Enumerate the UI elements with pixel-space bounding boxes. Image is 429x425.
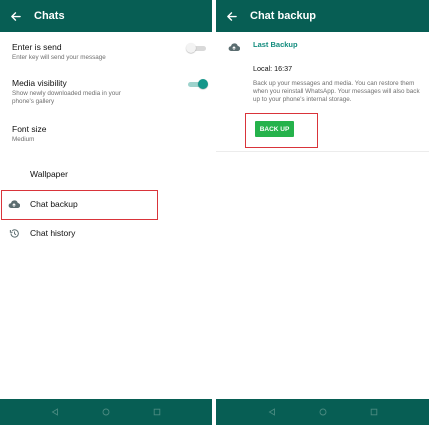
chats-app-bar: Chats <box>0 0 212 32</box>
history-icon <box>0 228 28 239</box>
menu-item-label: Wallpaper <box>30 169 68 179</box>
back-triangle-icon[interactable] <box>47 404 63 420</box>
cloud-upload-icon <box>228 39 241 57</box>
media-visibility-toggle[interactable] <box>186 79 208 89</box>
back-arrow-icon[interactable] <box>0 0 30 32</box>
section-divider <box>216 151 429 152</box>
setting-name: Font size <box>12 124 47 134</box>
local-backup-time: Local: 16:37 <box>253 64 293 73</box>
setting-font-size[interactable]: Font size Medium <box>12 124 202 144</box>
back-arrow-icon[interactable] <box>216 0 246 32</box>
highlight-box <box>1 190 158 220</box>
setting-enter-is-send[interactable]: Enter is send Enter key will send your m… <box>12 42 202 62</box>
chats-settings-screen: Chats Enter is send Enter key will send … <box>0 0 212 425</box>
menu-item-wallpaper[interactable]: Wallpaper <box>0 163 212 185</box>
highlight-box <box>245 113 318 148</box>
chat-backup-app-bar: Chat backup <box>216 0 429 32</box>
chat-backup-screen: Chat backup Last Backup Local: 16:37 Bac… <box>216 0 429 425</box>
backup-description: Back up your messages and media. You can… <box>253 80 420 104</box>
last-backup-heading: Last Backup <box>253 40 298 49</box>
enter-is-send-toggle[interactable] <box>186 43 208 53</box>
home-circle-icon[interactable] <box>98 404 114 420</box>
screenshot-stage: Chats Enter is send Enter key will send … <box>0 0 429 425</box>
setting-description: Show newly downloaded media in your phon… <box>12 90 121 105</box>
menu-item-label: Chat history <box>30 228 76 238</box>
recents-square-icon[interactable] <box>149 404 165 420</box>
system-nav-bar <box>216 399 429 425</box>
page-title: Chat backup <box>250 10 317 22</box>
setting-media-visibility[interactable]: Media visibility Show newly downloaded m… <box>12 78 202 106</box>
recents-square-icon[interactable] <box>366 404 382 420</box>
setting-description: Medium <box>12 136 35 143</box>
back-triangle-icon[interactable] <box>264 404 280 420</box>
home-circle-icon[interactable] <box>315 404 331 420</box>
setting-name: Enter is send <box>12 42 62 52</box>
setting-description: Enter key will send your message <box>12 54 106 61</box>
wallpaper-icon <box>0 169 28 179</box>
system-nav-bar <box>0 399 212 425</box>
setting-name: Media visibility <box>12 78 67 88</box>
page-title: Chats <box>34 10 65 22</box>
menu-item-chat-history[interactable]: Chat history <box>0 222 212 244</box>
